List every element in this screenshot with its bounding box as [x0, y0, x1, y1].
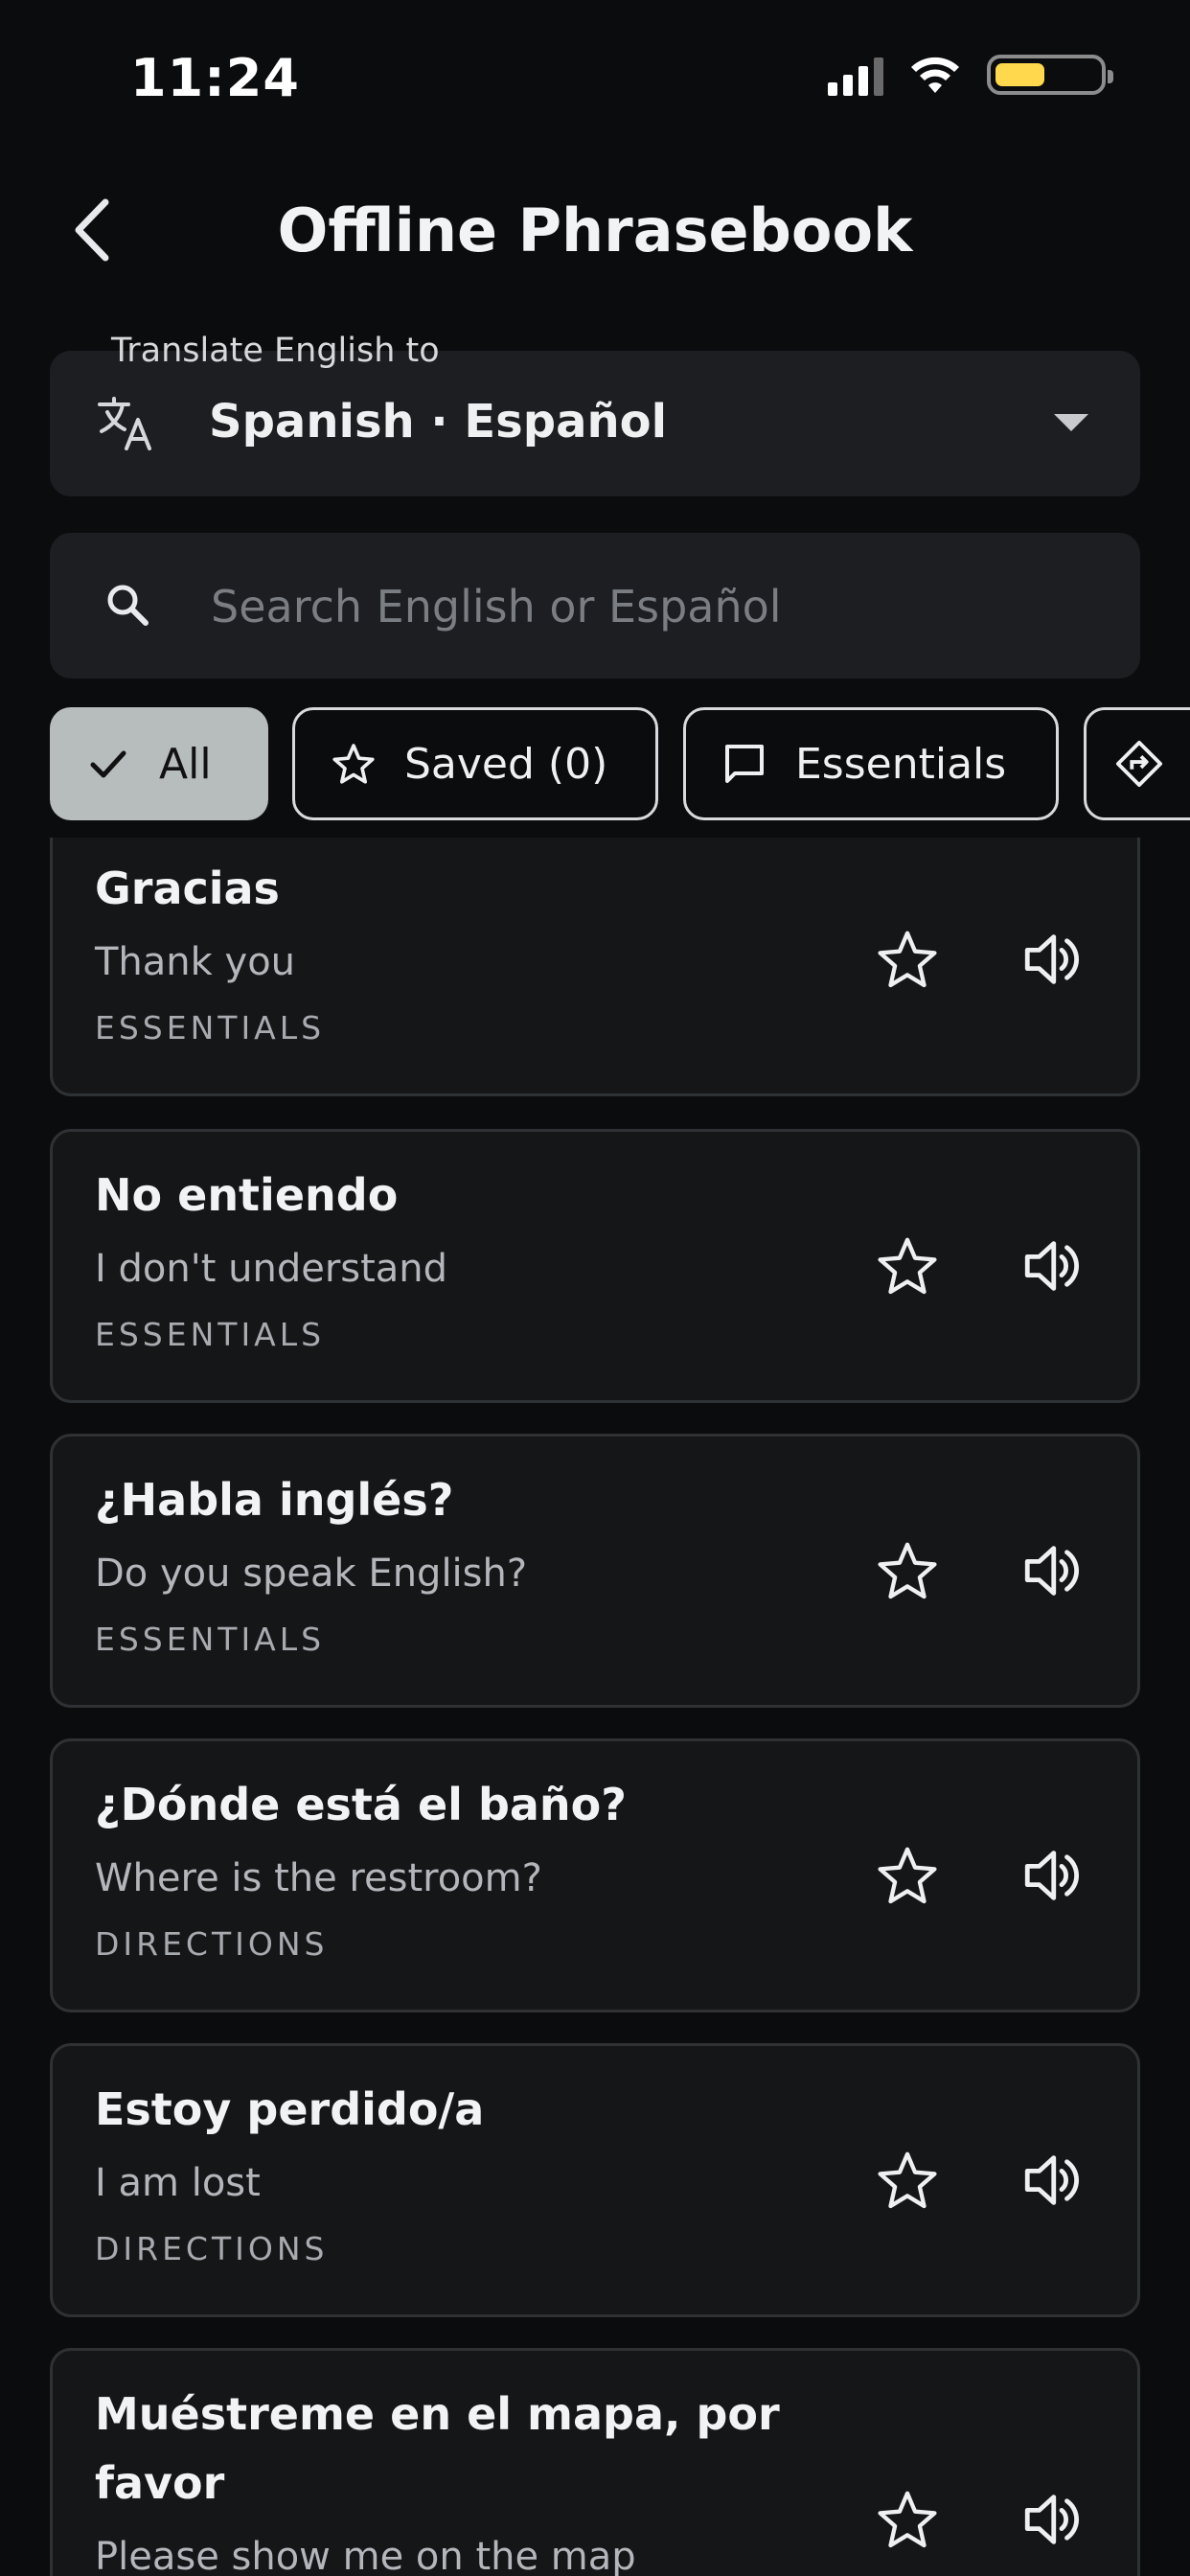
save-phrase-button[interactable]	[869, 1228, 946, 1304]
speak-phrase-button[interactable]	[1013, 1532, 1089, 1609]
search-icon	[107, 585, 149, 626]
status-time: 11:24	[130, 48, 300, 108]
save-phrase-button[interactable]	[869, 2142, 946, 2219]
filter-chip-saved[interactable]: Saved (0)	[292, 707, 658, 820]
phrase-card[interactable]: No entiendo I don't understand ESSENTIAL…	[50, 1129, 1140, 1403]
save-phrase-button[interactable]	[869, 2481, 946, 2558]
phrase-spanish: Estoy perdido/a	[95, 2083, 485, 2135]
volume-icon	[1024, 2495, 1080, 2544]
search-input[interactable]	[209, 575, 1075, 638]
save-phrase-button[interactable]	[869, 1532, 946, 1609]
filter-chip-label: Essentials	[795, 739, 1007, 789]
star-outline-icon	[878, 1847, 937, 1904]
star-outline-icon	[878, 1237, 937, 1295]
chat-bubble-icon	[721, 740, 768, 788]
cellular-signal-icon	[828, 54, 883, 96]
star-outline-icon	[878, 2151, 937, 2209]
phrase-english: Where is the restroom?	[95, 1856, 542, 1900]
save-phrase-button[interactable]	[869, 921, 946, 998]
speak-phrase-button[interactable]	[1013, 921, 1089, 998]
phrase-category: ESSENTIALS	[95, 1316, 326, 1353]
phrase-english: Do you speak English?	[95, 1552, 528, 1596]
phrase-spanish: ¿Habla inglés?	[95, 1474, 454, 1526]
filter-chip-label: All	[159, 739, 212, 789]
star-outline-icon	[878, 1542, 937, 1599]
phrase-category: ESSENTIALS	[95, 1621, 326, 1658]
page-title: Offline Phrasebook	[277, 196, 913, 265]
star-outline-icon	[878, 931, 937, 988]
speak-phrase-button[interactable]	[1013, 1837, 1089, 1914]
volume-icon	[1024, 2155, 1080, 2205]
phrase-card[interactable]: Gracias Thank you ESSENTIALS	[50, 838, 1140, 1096]
phrase-card[interactable]: ¿Habla inglés? Do you speak English? ESS…	[50, 1434, 1140, 1708]
phrase-english: I don't understand	[95, 1247, 448, 1291]
directions-icon	[1115, 740, 1163, 788]
translate-icon	[98, 397, 151, 450]
language-select[interactable]: Spanish · Español	[50, 351, 1140, 496]
status-bar: 11:24	[0, 0, 1190, 153]
volume-icon	[1024, 1241, 1080, 1291]
status-icons	[828, 54, 1113, 96]
phrase-english: I am lost	[95, 2161, 261, 2205]
volume-icon	[1024, 1851, 1080, 1900]
star-outline-icon	[330, 740, 378, 788]
wifi-icon	[911, 57, 959, 93]
top-app-bar: Offline Phrasebook	[0, 172, 1190, 288]
speak-phrase-button[interactable]	[1013, 2142, 1089, 2219]
battery-icon	[987, 55, 1113, 95]
phrase-spanish: Gracias	[95, 862, 280, 914]
language-select-value: Spanish · Español	[209, 395, 668, 448]
check-icon	[84, 740, 132, 788]
speak-phrase-button[interactable]	[1013, 2481, 1089, 2558]
filter-chip-essentials[interactable]: Essentials	[683, 707, 1059, 820]
phrase-category: ESSENTIALS	[95, 1009, 326, 1046]
phrase-card[interactable]: Muéstreme en el mapa, por favor Please s…	[50, 2348, 1140, 2576]
phrase-spanish: Muéstreme en el mapa, por favor	[95, 2388, 780, 2509]
star-outline-icon	[878, 2491, 937, 2548]
phrase-spanish: ¿Dónde está el baño?	[95, 1779, 627, 1830]
phrase-category: DIRECTIONS	[95, 1925, 329, 1963]
phrase-english: Please show me on the map	[95, 2535, 636, 2576]
filter-chip-label: Saved (0)	[404, 739, 608, 789]
phrase-category: DIRECTIONS	[95, 2230, 329, 2267]
search-field[interactable]	[50, 533, 1140, 678]
save-phrase-button[interactable]	[869, 1837, 946, 1914]
filter-chips: All Saved (0) Essentials	[50, 707, 1190, 824]
phrase-english: Thank you	[95, 940, 296, 984]
phrase-card[interactable]: Estoy perdido/a I am lost DIRECTIONS	[50, 2043, 1140, 2317]
phrase-spanish: No entiendo	[95, 1169, 399, 1221]
phrase-list: Gracias Thank you ESSENTIALS No entiendo…	[0, 838, 1190, 2576]
dropdown-arrow-icon	[1054, 414, 1088, 431]
speak-phrase-button[interactable]	[1013, 1228, 1089, 1304]
language-select-label: Translate English to	[111, 332, 440, 370]
volume-icon	[1024, 1546, 1080, 1596]
volume-icon	[1024, 934, 1080, 984]
filter-chip-directions[interactable]	[1084, 707, 1190, 820]
filter-chip-all[interactable]: All	[50, 707, 268, 820]
phrase-card[interactable]: ¿Dónde está el baño? Where is the restro…	[50, 1738, 1140, 2012]
